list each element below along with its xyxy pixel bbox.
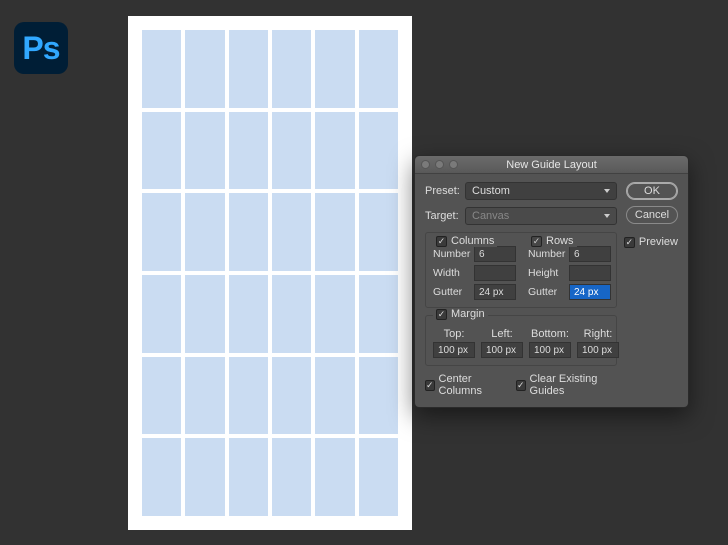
rows-gutter-field[interactable]: 24 px (569, 284, 611, 300)
guide-cell (272, 112, 311, 190)
rows-group: Rows Number 6 Height Gutter 24 px (528, 243, 611, 300)
preset-label: Preset: (425, 185, 465, 197)
guide-cell (359, 30, 398, 108)
cancel-button[interactable]: Cancel (626, 206, 678, 224)
margin-right-label: Right: (584, 328, 613, 340)
photoshop-logo-text: Ps (22, 30, 59, 67)
guide-grid (142, 30, 398, 516)
columns-width-field[interactable] (474, 265, 516, 281)
margin-top-field[interactable]: 100 px (433, 342, 475, 358)
center-columns-label: Center Columns (439, 373, 504, 397)
margin-bottom-label: Bottom: (531, 328, 569, 340)
dialog-titlebar[interactable]: New Guide Layout (415, 156, 688, 174)
guide-cell (142, 275, 181, 353)
guide-cell (315, 275, 354, 353)
guide-cell (315, 357, 354, 435)
rows-height-label: Height (528, 267, 566, 279)
rows-heading: Rows (546, 235, 574, 247)
guide-cell (142, 112, 181, 190)
guide-cell (272, 30, 311, 108)
center-columns-checkbox[interactable] (425, 380, 435, 391)
margin-left-field[interactable]: 100 px (481, 342, 523, 358)
guide-cell (359, 112, 398, 190)
guide-cell (315, 193, 354, 271)
preset-dropdown[interactable]: Custom (465, 182, 617, 200)
center-columns-toggle[interactable]: Center Columns (425, 373, 504, 397)
guide-cell (185, 193, 224, 271)
guide-cell (315, 438, 354, 516)
guide-cell (229, 275, 268, 353)
guide-cell (229, 30, 268, 108)
columns-checkbox[interactable] (436, 236, 447, 247)
margin-section: Margin Top: 100 px Left: 100 px Bottom: … (425, 315, 617, 366)
guide-cell (359, 357, 398, 435)
guide-cell (315, 30, 354, 108)
guide-cell (359, 438, 398, 516)
columns-rows-section: Columns Number 6 Width Gutter 24 px (425, 232, 617, 308)
rows-number-label: Number (528, 248, 566, 260)
margin-right-field[interactable]: 100 px (577, 342, 619, 358)
preview-checkbox[interactable] (624, 237, 635, 248)
guide-cell (359, 193, 398, 271)
photoshop-logo: Ps (14, 22, 68, 74)
guide-cell (185, 275, 224, 353)
guide-cell (142, 30, 181, 108)
columns-number-label: Number (433, 248, 471, 260)
guide-cell (142, 193, 181, 271)
target-dropdown: Canvas (465, 207, 617, 225)
margin-top-label: Top: (444, 328, 465, 340)
columns-gutter-label: Gutter (433, 286, 471, 298)
margin-heading: Margin (451, 308, 485, 320)
guide-cell (229, 193, 268, 271)
clear-guides-label: Clear Existing Guides (530, 373, 617, 397)
rows-height-field[interactable] (569, 265, 611, 281)
guide-cell (185, 357, 224, 435)
guide-cell (185, 438, 224, 516)
guide-cell (142, 357, 181, 435)
guide-cell (272, 193, 311, 271)
columns-group: Columns Number 6 Width Gutter 24 px (433, 243, 516, 300)
clear-guides-checkbox[interactable] (516, 380, 526, 391)
guide-cell (185, 30, 224, 108)
ok-button[interactable]: OK (626, 182, 678, 200)
guide-cell (229, 112, 268, 190)
guide-cell (359, 275, 398, 353)
guide-cell (272, 357, 311, 435)
guide-cell (272, 275, 311, 353)
guide-cell (142, 438, 181, 516)
margin-checkbox[interactable] (436, 309, 447, 320)
margin-bottom-field[interactable]: 100 px (529, 342, 571, 358)
columns-width-label: Width (433, 267, 471, 279)
target-label: Target: (425, 210, 465, 222)
margin-left-label: Left: (491, 328, 512, 340)
rows-number-field[interactable]: 6 (569, 246, 611, 262)
clear-guides-toggle[interactable]: Clear Existing Guides (516, 373, 617, 397)
new-guide-layout-dialog: New Guide Layout OK Cancel Preview Prese… (414, 155, 689, 408)
guide-cell (272, 438, 311, 516)
columns-gutter-field[interactable]: 24 px (474, 284, 516, 300)
guide-cell (229, 357, 268, 435)
guide-cell (315, 112, 354, 190)
preset-value: Custom (472, 185, 510, 197)
rows-gutter-label: Gutter (528, 286, 566, 298)
guide-cell (229, 438, 268, 516)
columns-number-field[interactable]: 6 (474, 246, 516, 262)
target-value: Canvas (472, 210, 509, 222)
preview-label: Preview (639, 236, 678, 248)
dialog-title: New Guide Layout (415, 159, 688, 171)
columns-heading: Columns (451, 235, 494, 247)
canvas-document (128, 16, 412, 530)
preview-toggle[interactable]: Preview (624, 236, 678, 248)
guide-cell (185, 112, 224, 190)
rows-checkbox[interactable] (531, 236, 542, 247)
